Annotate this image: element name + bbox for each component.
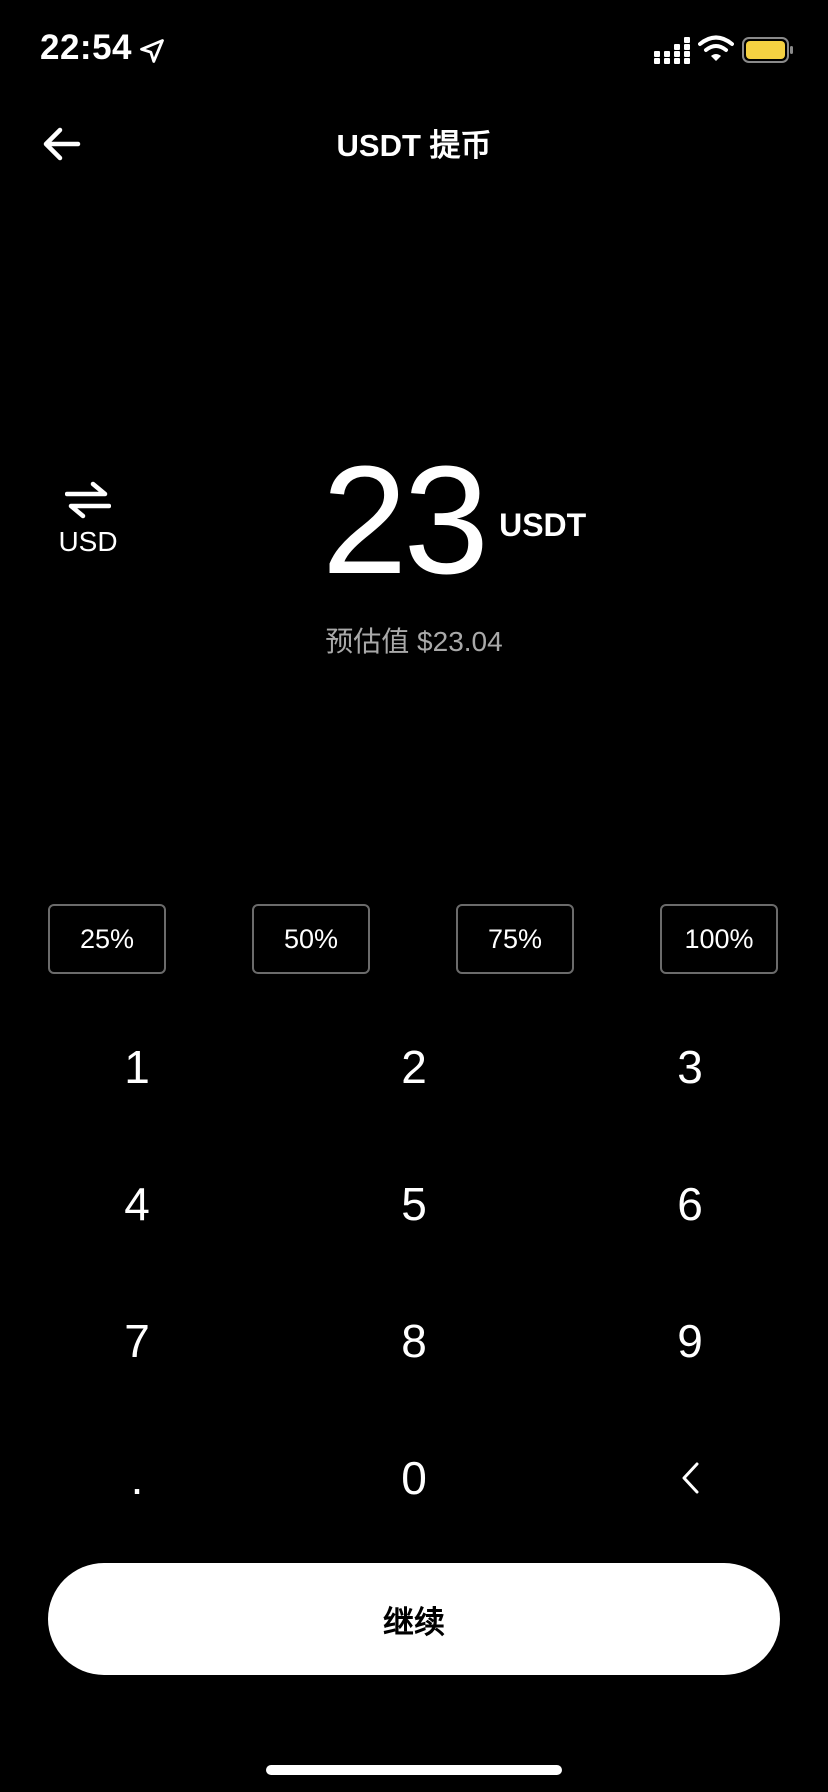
key-9[interactable]: 9: [590, 1286, 790, 1396]
key-backspace[interactable]: [590, 1423, 790, 1533]
continue-button[interactable]: 继续: [48, 1563, 780, 1675]
key-7[interactable]: 7: [37, 1286, 237, 1396]
percent-buttons: 25% 50% 75% 100%: [48, 904, 780, 974]
wifi-icon: [698, 35, 734, 61]
chevron-left-icon: [682, 1462, 699, 1494]
key-2[interactable]: 2: [314, 1012, 514, 1122]
signal-icon: [654, 37, 690, 64]
page-title: USDT 提币: [336, 128, 492, 163]
battery-icon: [742, 37, 793, 63]
header: USDT 提币: [0, 110, 828, 170]
location-arrow-icon: [140, 39, 164, 63]
estimated-value: 预估值 $23.04: [325, 626, 503, 657]
amount-display: 23 USDT: [0, 434, 828, 606]
status-time: 22:54: [40, 28, 133, 67]
key-3[interactable]: 3: [590, 1012, 790, 1122]
amount-unit: USDT: [499, 507, 587, 543]
key-0[interactable]: 0: [314, 1423, 514, 1533]
key-6[interactable]: 6: [590, 1149, 790, 1259]
amount-value: 23: [321, 434, 489, 606]
key-4[interactable]: 4: [37, 1149, 237, 1259]
percent-25-button[interactable]: 25%: [48, 904, 166, 974]
percent-75-button[interactable]: 75%: [456, 904, 574, 974]
key-decimal[interactable]: .: [37, 1423, 237, 1533]
key-5[interactable]: 5: [314, 1149, 514, 1259]
home-indicator: [266, 1765, 562, 1775]
numeric-keypad: 1 2 3 4 5 6 7 8 9 . 0: [0, 1000, 828, 1545]
percent-50-button[interactable]: 50%: [252, 904, 370, 974]
key-8[interactable]: 8: [314, 1286, 514, 1396]
status-bar: 22:54: [0, 0, 828, 100]
key-1[interactable]: 1: [37, 1012, 237, 1122]
percent-100-button[interactable]: 100%: [660, 904, 778, 974]
